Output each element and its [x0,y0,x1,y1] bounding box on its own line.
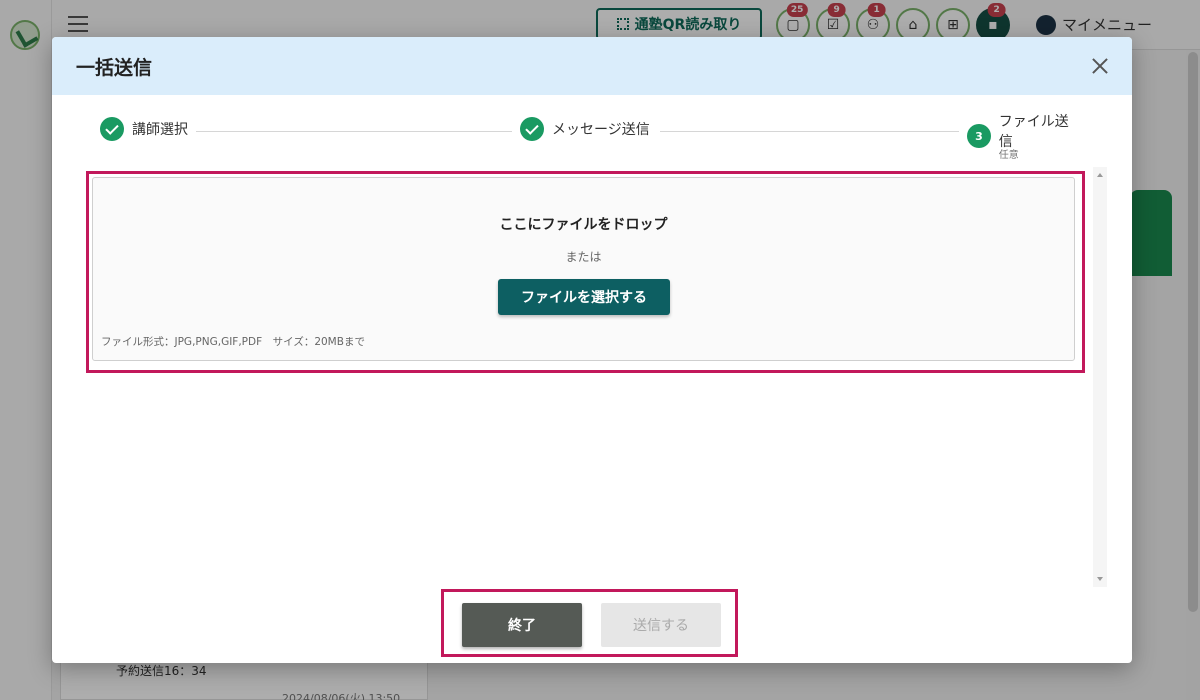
bulk-send-dialog: 一括送信 講師選択 メッセージ送信 3 ファイル送信 任意 ここにファイルをドロ… [52,37,1132,663]
step-file-send: 3 ファイル送信 任意 [959,111,1090,161]
end-button[interactable]: 終了 [462,603,582,647]
select-file-button[interactable]: ファイルを選択する [498,279,670,315]
step-optional-label: 任意 [998,150,1019,161]
scroll-down-arrow-icon[interactable] [1097,577,1103,581]
step-label: 講師選択 [132,122,188,138]
step-complete-icon [520,117,544,141]
send-button[interactable]: 送信する [601,603,721,647]
drop-zone-or: または [565,250,602,264]
stepper: 講師選択 メッセージ送信 3 ファイル送信 任意 [100,111,1090,161]
upload-scroll-area: ここにファイルをドロップ または ファイルを選択する ファイル形式：JPG,PN… [86,167,1108,587]
step-connector [190,131,550,132]
step-complete-icon [100,117,124,141]
step-message-send: メッセージ送信 [512,117,658,141]
close-icon[interactable] [1088,54,1112,78]
dialog-header: 一括送信 [52,37,1132,95]
file-drop-zone[interactable]: ここにファイルをドロップ または ファイルを選択する ファイル形式：JPG,PN… [92,177,1075,361]
step-number-badge: 3 [967,124,991,148]
scroll-up-arrow-icon[interactable] [1097,173,1103,177]
upload-scrollbar[interactable] [1093,167,1107,587]
step-label-text: ファイル送信 [998,114,1069,150]
step-teacher-select: 講師選択 [100,117,196,141]
dialog-title: 一括送信 [76,56,153,79]
file-format-note: ファイル形式：JPG,PNG,GIF,PDF サイズ：20MBまで [101,336,365,348]
drop-zone-title: ここにファイルをドロップ [499,217,668,233]
step-label: ファイル送信 任意 [999,111,1082,161]
step-label: メッセージ送信 [552,122,650,138]
